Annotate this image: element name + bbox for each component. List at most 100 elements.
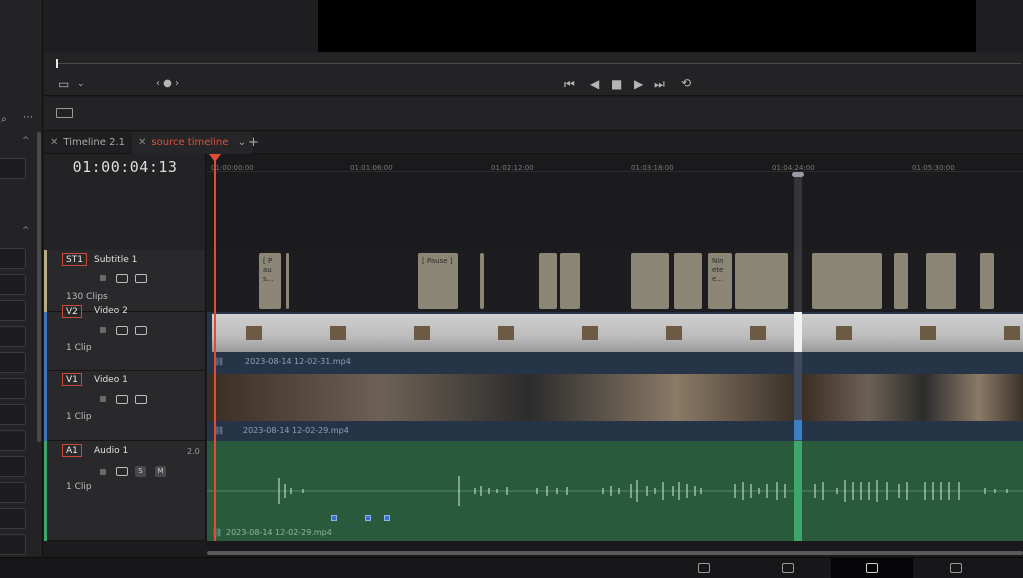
solo-button[interactable]: S — [135, 466, 146, 477]
page-tab-media[interactable] — [663, 558, 745, 578]
clip-name[interactable]: 2023-08-14 12-02-29.mp4 — [226, 528, 332, 537]
panel-item-button[interactable] — [0, 430, 26, 451]
marker-frame-v2 — [794, 312, 802, 352]
marker-handle-icon[interactable] — [792, 172, 804, 177]
scrub-playhead[interactable] — [56, 59, 58, 68]
subtitle-clip[interactable] — [286, 253, 289, 309]
track-badge[interactable]: V1 — [62, 373, 82, 386]
chevron-down-icon[interactable]: ⌄ — [77, 78, 85, 90]
lock-icon[interactable] — [100, 275, 106, 281]
page-tab-edit[interactable] — [831, 558, 913, 578]
track-header-video-1[interactable]: V1 Video 1 1 Clip — [44, 371, 206, 441]
timecode-display[interactable]: 01:00:04:13 — [44, 158, 206, 176]
track-badge[interactable]: A1 — [62, 444, 82, 457]
subtitle-clip[interactable] — [674, 253, 702, 309]
track-name[interactable]: Audio 1 — [94, 446, 128, 456]
panel-item-button[interactable] — [0, 378, 26, 399]
panel-item-button[interactable] — [0, 158, 26, 179]
panel-item-button[interactable] — [0, 482, 26, 503]
mute-button[interactable]: M — [155, 466, 166, 477]
panel-item-button[interactable] — [0, 248, 26, 269]
viewer-scrub-bar[interactable] — [44, 52, 1023, 72]
subtitle-clip[interactable] — [631, 253, 669, 309]
play-icon[interactable]: ▶ — [634, 78, 643, 90]
subtitle-clip[interactable] — [980, 253, 994, 309]
audio-keyframe[interactable] — [331, 515, 337, 521]
subtitle-clip[interactable]: [ Pause ] — [418, 253, 458, 309]
page-tab-fusion[interactable] — [915, 558, 997, 578]
track-name[interactable]: Video 1 — [94, 375, 128, 385]
lock-icon[interactable] — [100, 469, 106, 475]
track-header-video-2[interactable]: V2 Video 2 1 Clip — [44, 305, 206, 371]
audio-waveform — [207, 476, 1023, 506]
track-header-audio-1[interactable]: A1 Audio 1 2.0 S M 1 Clip — [44, 441, 206, 541]
clip-thumbnail — [207, 374, 794, 421]
ruler-label: 01:05:30:00 — [912, 164, 955, 172]
panel-scrollbar[interactable] — [37, 132, 41, 442]
subtitle-clip[interactable]: [ P au s... — [259, 253, 281, 309]
loop-icon[interactable]: ⟲ — [681, 77, 691, 89]
auto-select-icon[interactable] — [116, 395, 128, 404]
track-badge[interactable]: ST1 — [62, 253, 87, 266]
subtitle-clip[interactable] — [926, 253, 956, 309]
disable-track-icon[interactable] — [135, 395, 147, 404]
play-reverse-icon[interactable]: ◀ — [590, 78, 599, 90]
subtitle-clip[interactable] — [812, 253, 882, 309]
disable-track-icon[interactable] — [135, 326, 147, 335]
subtitle-clip[interactable] — [539, 253, 557, 309]
playhead-handle[interactable] — [209, 154, 221, 162]
close-icon[interactable]: ✕ — [138, 137, 146, 148]
subtitle-clip[interactable] — [735, 253, 788, 309]
clip-name[interactable]: 2023-08-14 12-02-29.mp4 — [243, 426, 349, 435]
scrub-track[interactable] — [56, 63, 1021, 64]
auto-select-icon[interactable] — [116, 467, 128, 476]
tab-source-timeline[interactable]: ✕ source timeline ⌄ — [132, 132, 252, 154]
timeline-ruler[interactable]: 01:00:00:00 01:01:06:00 01:02:12:00 01:0… — [207, 154, 1023, 172]
viewer-layout-icon[interactable]: ▭ — [58, 78, 69, 90]
track-header-subtitle-1[interactable]: ST1 Subtitle 1 130 Clips — [44, 250, 206, 312]
close-icon[interactable]: ✕ — [50, 137, 58, 148]
empty-track-area[interactable] — [207, 172, 1023, 250]
clip-navigation[interactable]: ‹ ● › — [156, 78, 179, 90]
timeline-view-options-icon[interactable] — [56, 108, 73, 118]
collapse-chevron-icon[interactable]: ^ — [22, 136, 30, 146]
stop-icon[interactable]: ■ — [611, 78, 622, 90]
clip-name[interactable]: 2023-08-14 12-02-31.mp4 — [245, 357, 351, 366]
panel-item-button[interactable] — [0, 300, 26, 321]
subtitle-clip[interactable]: Nin ete e... — [708, 253, 732, 309]
subtitle-clip[interactable] — [560, 253, 580, 309]
tab-timeline-2-1[interactable]: ✕ Timeline 2.1 — [44, 132, 131, 154]
track-name[interactable]: Subtitle 1 — [94, 255, 137, 265]
auto-select-icon[interactable] — [116, 326, 128, 335]
skip-to-start-icon[interactable]: ⏮ — [564, 78, 575, 90]
ruler-label: 01:02:12:00 — [491, 164, 534, 172]
audio-keyframe[interactable] — [365, 515, 371, 521]
track-badge[interactable]: V2 — [62, 305, 82, 318]
panel-item-button[interactable] — [0, 274, 26, 295]
subtitle-clip[interactable] — [480, 253, 484, 309]
track-name[interactable]: Video 2 — [94, 306, 128, 316]
collapse-chevron-icon[interactable]: ^ — [22, 226, 30, 236]
skip-to-end-icon[interactable]: ⏭ — [654, 78, 665, 90]
more-options-icon[interactable]: ⋯ — [23, 112, 33, 123]
captions-icon[interactable] — [135, 274, 147, 283]
clip-thumbnail — [802, 374, 1023, 421]
subtitle-clip[interactable] — [894, 253, 908, 309]
panel-item-button[interactable] — [0, 534, 26, 555]
add-tab-button[interactable]: + — [242, 132, 265, 154]
auto-select-icon[interactable] — [116, 274, 128, 283]
panel-item-button[interactable] — [0, 456, 26, 477]
left-panel-strip: ⌕ ⋯ ^ ^ — [0, 0, 43, 557]
panel-item-button[interactable] — [0, 404, 26, 425]
horizontal-scrollbar[interactable] — [207, 551, 1023, 555]
timeline-playhead[interactable] — [214, 154, 216, 550]
page-tab-cut[interactable] — [747, 558, 829, 578]
lock-icon[interactable] — [100, 327, 106, 333]
edit-page-icon — [866, 563, 878, 573]
search-icon[interactable]: ⌕ — [1, 114, 7, 125]
panel-item-button[interactable] — [0, 326, 26, 347]
panel-item-button[interactable] — [0, 508, 26, 529]
panel-item-button[interactable] — [0, 352, 26, 373]
audio-keyframe[interactable] — [384, 515, 390, 521]
lock-icon[interactable] — [100, 396, 106, 402]
